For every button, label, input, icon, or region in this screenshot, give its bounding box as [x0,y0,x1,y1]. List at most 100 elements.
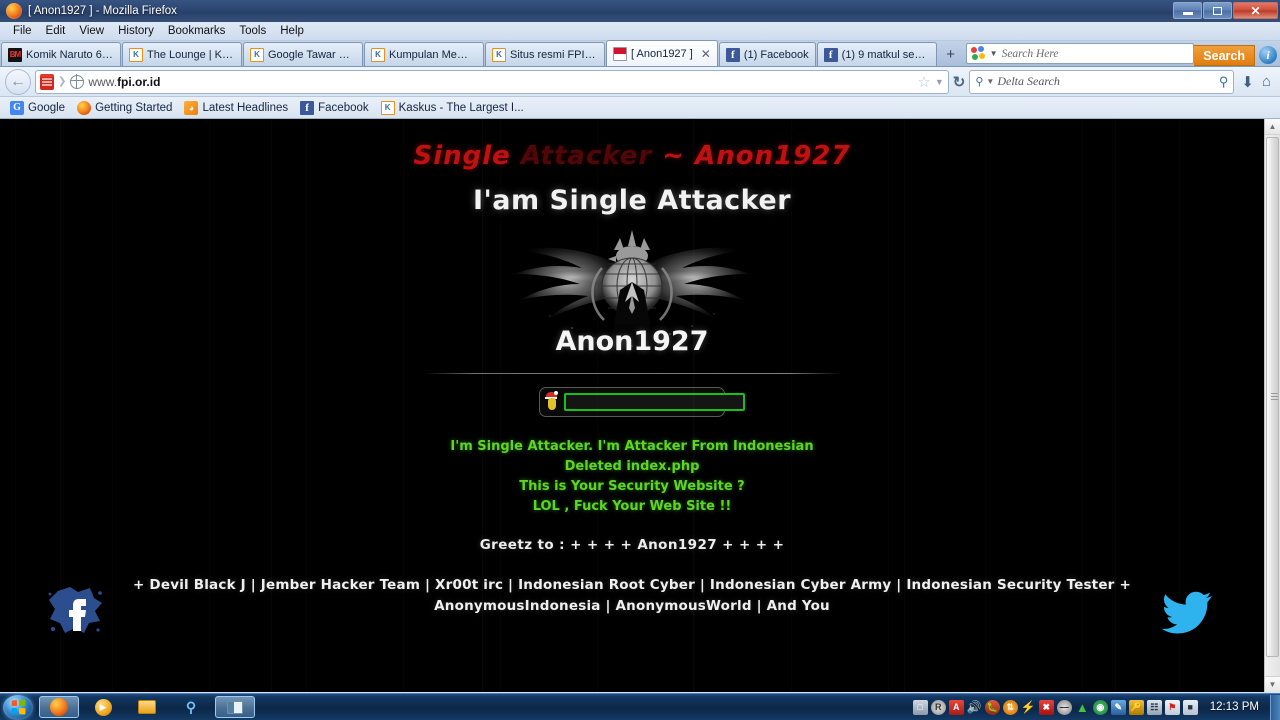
menu-item-file[interactable]: File [6,24,39,38]
bookmark-getting-started[interactable]: Getting Started [73,100,176,115]
updater-icon[interactable]: ⇅ [1002,699,1018,715]
back-button[interactable]: ← [5,68,31,95]
green-line-1: I'm Single Attacker. I'm Attacker From I… [450,439,814,454]
paint-icon[interactable]: ✎ [1110,699,1126,715]
lightning-icon[interactable]: ⚡ [1021,700,1036,715]
bug-icon[interactable]: 🐛 [984,699,1000,715]
downloads-icon[interactable]: ⬇ [1241,73,1254,91]
key-alert-icon[interactable]: 🔑 [1128,699,1144,715]
removable-device-icon[interactable]: □ [912,699,928,715]
folder-icon [138,700,156,714]
info-icon[interactable]: i [1259,46,1277,64]
windows-logo-icon [11,699,26,715]
menu-bar: File Edit View History Bookmarks Tools H… [0,22,1280,41]
tab-matkul-senin[interactable]: f (1) 9 matkul senin... [816,42,937,66]
horizontal-divider [424,373,840,374]
firefox-window: [ Anon1927 ] - Mozilla Firefox ✕ File Ed… [0,0,1280,693]
toolbar-search-box[interactable]: ▼ Search Here [965,43,1195,64]
site-identity-icon[interactable] [40,73,54,90]
twitter-bird-icon[interactable] [1161,590,1214,634]
home-icon[interactable]: ⌂ [1262,73,1271,90]
idm-icon[interactable]: — [1056,699,1072,715]
taskbar-clock[interactable]: 12:13 PM [1201,701,1266,713]
tab-label: Kumpulan Meme ... [389,48,477,61]
windows-start-orb[interactable] [3,694,33,720]
bookmark-star-icon[interactable]: ☆ [917,73,930,91]
firefox-icon [50,698,68,716]
avira-icon[interactable]: ✖ [1038,699,1054,715]
kaskus-icon: K [129,47,143,62]
tab-facebook[interactable]: f (1) Facebook [718,42,816,66]
facebook-splatter-icon[interactable] [48,585,104,637]
greetz-line: Greetz to : + + + + Anon1927 + + + + [479,537,785,553]
bookmark-facebook[interactable]: f Facebook [296,100,373,115]
menu-item-help[interactable]: Help [273,24,311,38]
bookmark-latest-headlines[interactable]: ◕ Latest Headlines [180,100,292,115]
toolbar-search-input[interactable]: Search Here [1002,48,1194,60]
green-triangle-icon[interactable]: ▲ [1075,700,1090,715]
flag-alert-icon[interactable]: ⚑ [1164,699,1180,715]
new-tab-button[interactable]: + [940,44,962,64]
chevron-down-icon[interactable]: ▼ [986,77,994,86]
search-submit-icon[interactable]: ⚲ [1219,74,1229,90]
scrollbar-thumb[interactable] [1266,137,1279,657]
adobe-reader-icon[interactable]: A [948,699,964,715]
registry-icon[interactable]: R [930,699,946,715]
chevron-down-icon[interactable]: ▼ [990,49,998,58]
tab-komik-naruto[interactable]: BM Komik Naruto 640... [1,42,121,66]
url-text: www.fpi.or.id [88,75,160,89]
menu-item-bookmarks[interactable]: Bookmarks [161,24,233,38]
restore-button[interactable] [1203,2,1232,19]
taskbar-media-player-button[interactable]: ▶ [83,696,123,718]
tab-close-icon[interactable]: ✕ [701,47,711,61]
globe-icon [69,74,85,89]
menu-item-edit[interactable]: Edit [39,24,73,38]
search-icon: ⚲ [975,76,984,88]
tab-kumpulan-meme[interactable]: K Kumpulan Meme ... [364,42,484,66]
reload-icon[interactable]: ↻ [953,73,966,91]
media-player-icon: ▶ [94,698,112,716]
command-input-widget[interactable] [539,387,745,417]
url-bar[interactable]: ❯ www.fpi.or.id ☆ ▼ [35,69,949,94]
menu-item-tools[interactable]: Tools [232,24,273,38]
red-title-part3: ~ Anon1927 [662,141,851,171]
tab-google-tawar[interactable]: K Google Tawar Kas... [243,42,363,66]
network-globe-icon[interactable]: ◉ [1092,699,1108,715]
show-desktop-button[interactable] [1270,694,1280,720]
close-button[interactable]: ✕ [1233,2,1278,19]
bookmark-kaskus[interactable]: K Kaskus - The Largest I... [377,100,528,115]
kaskus-icon: K [371,47,385,62]
navigation-toolbar: ← ❯ www.fpi.or.id ☆ ▼ ↻ ⚲ ▼ Delta Search… [0,67,1280,97]
bookmark-manga-icon: BM [8,47,22,62]
scroll-down-arrow-icon[interactable]: ▼ [1265,676,1280,692]
tab-the-lounge[interactable]: K The Lounge | Kask... [122,42,242,66]
bookmark-google[interactable]: G Google [6,100,69,115]
search-button[interactable]: Search [1194,45,1255,66]
taskbar-firefox-button[interactable] [39,696,79,718]
command-input[interactable] [564,393,745,411]
tab-situs-resmi-fpi[interactable]: K Situs resmi FPI (Fr... [485,42,605,66]
network-icon[interactable]: ☷ [1146,699,1162,715]
taskbar-window-button[interactable] [215,696,255,718]
tab-anon1927[interactable]: [ Anon1927 ] ✕ [606,40,718,66]
bookmark-label: Latest Headlines [202,101,289,114]
scroll-up-arrow-icon[interactable]: ▲ [1265,119,1280,135]
bookmark-label: Kaskus - The Largest I... [398,101,524,114]
credits-line-2: AnonymousIndonesia | AnonymousWorld | An… [434,598,830,614]
taskbar-search-button[interactable]: ⚲ [171,696,211,718]
search-icon: ⚲ [185,698,197,715]
green-line-4: LOL , Fuck Your Web Site !! [532,499,732,514]
volume-icon[interactable]: 🔊 [967,700,982,715]
menu-item-history[interactable]: History [111,24,161,38]
battery-icon[interactable]: ■ [1182,699,1198,715]
chevron-down-icon[interactable]: ▼ [935,77,944,87]
minimize-button[interactable] [1173,2,1202,19]
window-title: [ Anon1927 ] - Mozilla Firefox [28,5,177,17]
page-scrollbar[interactable]: ▲ ▼ [1264,119,1280,692]
menu-item-view[interactable]: View [72,24,111,38]
page-white-title: I'am Single Attacker [472,185,792,216]
delta-search-input[interactable]: Delta Search [997,74,1215,89]
delta-search-box[interactable]: ⚲ ▼ Delta Search ⚲ [969,69,1235,94]
facebook-icon: f [725,47,740,62]
taskbar-explorer-button[interactable] [127,696,167,718]
